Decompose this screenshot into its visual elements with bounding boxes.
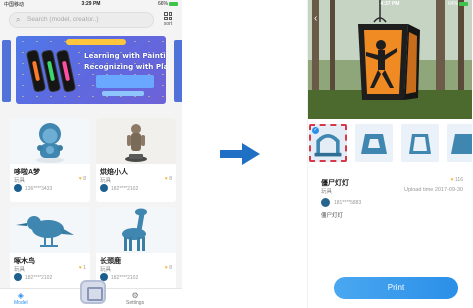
model-card[interactable]: 啄木鸟 玩具 ♥ 1 182****2102 bbox=[10, 207, 90, 291]
status-bar: 中国移动 3:29 PM 66% bbox=[0, 0, 182, 9]
part-shape-side bbox=[451, 134, 472, 154]
model-description: 僵尸灯灯 bbox=[321, 213, 344, 219]
heart-icon: ♥ bbox=[78, 176, 82, 182]
search-input[interactable]: ⌕ Search (model, creator..) bbox=[9, 12, 154, 28]
like-value: 8 bbox=[169, 265, 172, 271]
banner-logo bbox=[66, 39, 126, 45]
promo-banner[interactable]: Learning with Painting Recognizing with … bbox=[16, 36, 166, 104]
check-icon: ✓ bbox=[312, 127, 319, 134]
banner-tag bbox=[102, 91, 144, 96]
arrow-right-icon bbox=[220, 143, 260, 165]
creator-id: 182****2102 bbox=[111, 275, 139, 281]
creator-id: 182****2102 bbox=[111, 186, 139, 192]
banner-title-line2: Recognizing with Playing bbox=[84, 62, 166, 71]
model-category: 玩具 bbox=[14, 267, 26, 273]
back-chevron-icon[interactable]: ‹ bbox=[314, 14, 317, 24]
like-count[interactable]: ♥ 8 bbox=[79, 176, 86, 182]
like-count[interactable]: ♥ 116 bbox=[451, 177, 463, 183]
model-category: 玩具 bbox=[100, 267, 112, 273]
sort-button[interactable]: sort bbox=[160, 12, 176, 27]
banner-pens-illustration bbox=[25, 49, 78, 94]
model-detail-screen: 4:37 PM 64% ‹ ✓ 僵尸灯灯 ♥ 116 玩具 Upload tim… bbox=[307, 0, 472, 308]
battery-icon bbox=[459, 1, 468, 6]
model-category: 玩具 bbox=[14, 178, 26, 184]
model-list-screen: 中国移动 3:29 PM 66% ⌕ Search (model, creato… bbox=[0, 0, 182, 308]
battery-indicator: 64% bbox=[448, 1, 468, 7]
avatar bbox=[321, 198, 330, 207]
model-card[interactable]: 哆啦A梦 玩具 ♥ 8 136****3433 bbox=[10, 118, 90, 202]
heart-icon: ♥ bbox=[164, 265, 168, 271]
sort-grid-icon bbox=[164, 12, 172, 20]
print-button[interactable]: Print bbox=[334, 277, 458, 299]
avatar bbox=[14, 184, 22, 192]
status-bar: 4:37 PM 64% bbox=[308, 0, 472, 9]
center-action-button[interactable] bbox=[80, 280, 106, 304]
battery-indicator: 66% bbox=[158, 1, 178, 7]
part-thumbnail-selected[interactable]: ✓ bbox=[309, 124, 347, 162]
model-thumbnail-doraemon bbox=[10, 118, 90, 164]
avatar bbox=[100, 184, 108, 192]
banner-next-peek[interactable] bbox=[174, 40, 182, 102]
part-thumbnail[interactable] bbox=[355, 124, 393, 162]
tab-model-label: Model bbox=[14, 300, 28, 306]
tab-settings[interactable]: ⚙ Settings bbox=[126, 291, 145, 307]
search-placeholder: Search (model, creator..) bbox=[27, 16, 99, 23]
like-count[interactable]: ♥ 8 bbox=[165, 176, 172, 182]
settings-gear-icon: ⚙ bbox=[131, 291, 139, 300]
like-value: 8 bbox=[83, 176, 86, 182]
battery-percent: 66% bbox=[157, 1, 168, 7]
screenshot-comparison: 中国移动 3:29 PM 66% ⌕ Search (model, creato… bbox=[0, 0, 473, 308]
like-value: 1 bbox=[83, 265, 86, 271]
tab-model[interactable]: ◈ Model bbox=[14, 291, 28, 307]
like-count[interactable]: ♥ 1 bbox=[79, 265, 86, 271]
model-category: 玩具 bbox=[100, 178, 112, 184]
part-shape-panel bbox=[409, 134, 431, 154]
creator-id: 181****5883 bbox=[334, 200, 362, 206]
model-card[interactable]: 烘焙小人 玩具 ♥ 8 182****2102 bbox=[96, 118, 176, 202]
banner-prev-peek[interactable] bbox=[2, 40, 11, 102]
model-tab-icon: ◈ bbox=[17, 291, 24, 300]
banner-title-line1: Learning with Painting bbox=[84, 51, 166, 60]
sort-label: sort bbox=[163, 21, 173, 27]
model-thumbnail-woodpecker bbox=[10, 207, 90, 253]
creator-id: 182****2102 bbox=[25, 275, 53, 281]
model-card[interactable]: 长颈鹿 玩具 ♥ 8 182****2102 bbox=[96, 207, 176, 291]
part-thumbnail[interactable] bbox=[447, 124, 472, 162]
creator-id: 136****3433 bbox=[25, 186, 53, 192]
part-shape-frame bbox=[361, 134, 387, 154]
part-thumbnails: ✓ bbox=[308, 124, 472, 162]
search-icon: ⌕ bbox=[16, 15, 21, 24]
tab-settings-label: Settings bbox=[126, 300, 145, 306]
heart-icon: ♥ bbox=[450, 177, 454, 183]
like-count[interactable]: ♥ 8 bbox=[165, 265, 172, 271]
model-photo bbox=[308, 0, 472, 119]
model-thumbnail-giraffe bbox=[96, 207, 176, 253]
banner-subtext-box bbox=[96, 75, 154, 88]
heart-icon: ♥ bbox=[78, 265, 82, 271]
like-value: 8 bbox=[169, 176, 172, 182]
avatar bbox=[14, 273, 22, 281]
model-category: 玩具 bbox=[321, 189, 333, 195]
battery-icon bbox=[169, 1, 178, 6]
battery-percent: 64% bbox=[447, 1, 458, 7]
heart-icon: ♥ bbox=[164, 176, 168, 182]
part-thumbnail[interactable] bbox=[401, 124, 439, 162]
model-thumbnail-baker bbox=[96, 118, 176, 164]
status-time: 3:29 PM bbox=[81, 1, 101, 7]
upload-time: Upload time 2017-09-30 bbox=[403, 187, 463, 193]
like-value: 116 bbox=[455, 177, 463, 183]
